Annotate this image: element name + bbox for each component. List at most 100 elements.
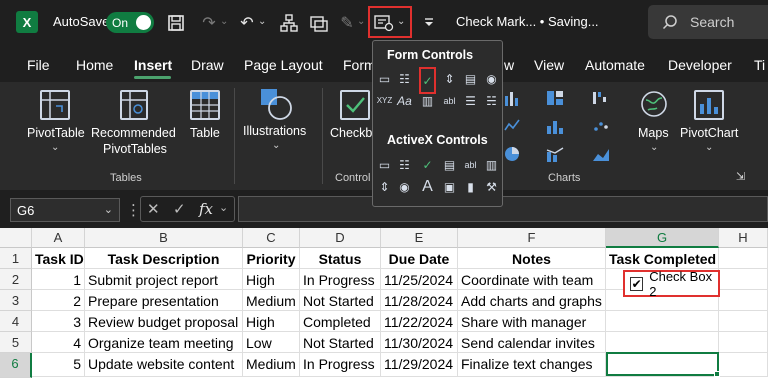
enter-icon[interactable]: ✓ [173,200,186,218]
cell-task-description[interactable]: Submit project report [85,269,243,290]
scroll-bar-control-icon[interactable]: ▥ [419,92,436,109]
column-header-g[interactable]: G [606,228,719,248]
chevron-down-icon[interactable]: ⌄ [220,16,228,27]
cell-due-date[interactable]: 11/28/2024 [381,290,458,311]
cell-priority[interactable]: High [243,269,300,290]
text-field-control-icon[interactable]: abl [441,92,458,109]
cell-due-date[interactable]: 11/29/2024 [381,353,458,377]
line-chart-icon[interactable] [504,118,520,137]
row-header-5[interactable]: 5 [0,332,32,353]
dialog-launcher-icon[interactable]: ⇲ [736,170,745,183]
header-cell-task-completed[interactable]: Task Completed [606,248,719,269]
empty-cell[interactable] [719,269,768,290]
hierarchy-icon[interactable] [278,12,300,34]
checkbox-activex-icon[interactable]: ✓ [419,156,436,173]
label-control-icon[interactable]: Aa [396,92,413,109]
autosave-toggle[interactable]: On [106,12,154,33]
checkbox-checked-icon[interactable]: ✔ [630,276,644,291]
undo-icon[interactable]: ↶ [236,12,258,34]
combo-dropdown-edit-control-icon[interactable]: ☵ [483,92,500,109]
column-header-h[interactable]: H [719,228,768,248]
cell-task-id[interactable]: 3 [32,311,85,332]
window-icon[interactable] [308,12,330,34]
cell-notes[interactable]: Share with manager [458,311,606,332]
column-header-c[interactable]: C [243,228,300,248]
tab-page-layout[interactable]: Page Layout [244,57,323,73]
tab-more[interactable]: Ti [754,57,765,73]
combo-chart-icon[interactable] [546,146,564,165]
empty-cell[interactable] [719,353,768,377]
cell-notes[interactable]: Add charts and graphs [458,290,606,311]
cell-task-id[interactable]: 1 [32,269,85,290]
list-box-activex-icon[interactable]: ▤ [441,156,458,173]
spin-button-control-icon[interactable]: ⇕ [441,70,458,87]
cell-task-id[interactable]: 2 [32,290,85,311]
chevron-down-icon[interactable]: ⌄ [357,16,365,27]
save-icon[interactable] [165,12,187,34]
document-title[interactable]: Check Mark... • Saving... [456,14,599,29]
option-button-activex-icon[interactable]: ◉ [396,178,413,195]
cell-task-description[interactable]: Prepare presentation [85,290,243,311]
tab-developer[interactable]: Developer [668,57,732,73]
column-header-d[interactable]: D [300,228,381,248]
cell-priority[interactable]: High [243,311,300,332]
checkbox-control-icon[interactable]: ✓ [419,67,436,94]
cell-priority[interactable]: Medium [243,290,300,311]
redo-arrow-icon[interactable]: ↷ [198,12,220,34]
chevron-down-icon[interactable]: ⌄ [397,16,405,27]
tab-insert[interactable]: Insert [134,57,172,73]
tab-review[interactable]: w [504,57,514,73]
cell-status[interactable]: In Progress [300,353,381,377]
header-cell-priority[interactable]: Priority [243,248,300,269]
insert-function-icon[interactable]: fx [199,200,213,218]
cell-due-date[interactable]: 11/30/2024 [381,332,458,353]
cell-task-description[interactable]: Review budget proposal [85,311,243,332]
empty-cell[interactable] [719,290,768,311]
tab-file[interactable]: File [27,57,50,73]
formula-input[interactable] [238,196,768,222]
cell-status[interactable]: In Progress [300,269,381,290]
header-cell-notes[interactable]: Notes [458,248,606,269]
row-header-6[interactable]: 6 [0,353,32,378]
cell-status[interactable]: Not Started [300,290,381,311]
row-header-2[interactable]: 2 [0,269,32,290]
row-header-3[interactable]: 3 [0,290,32,311]
cell-notes[interactable]: Send calendar invites [458,332,606,353]
column-header-e[interactable]: E [381,228,458,248]
button-control-icon[interactable]: ▭ [376,70,393,87]
cell-priority[interactable]: Low [243,332,300,353]
text-box-activex-icon[interactable]: abl [462,156,479,173]
column-chart-icon[interactable] [504,90,520,109]
empty-cell[interactable] [719,311,768,332]
cell-status[interactable]: Not Started [300,332,381,353]
scatter-chart-icon[interactable] [592,118,610,137]
search-box[interactable]: Search [648,5,768,39]
row-header-1[interactable]: 1 [0,248,32,269]
header-cell-status[interactable]: Status [300,248,381,269]
fill-handle[interactable] [714,371,720,377]
empty-cell[interactable] [719,332,768,353]
tab-automate[interactable]: Automate [585,57,645,73]
tab-draw[interactable]: Draw [191,57,224,73]
toggle-button-activex-icon[interactable]: ▮ [462,178,479,195]
header-cell-task-id[interactable]: Task ID [32,248,85,269]
header-cell-task-description[interactable]: Task Description [85,248,243,269]
row-header-4[interactable]: 4 [0,311,32,332]
chevron-down-icon[interactable]: ⌄ [219,201,228,214]
waterfall-chart-icon[interactable] [592,90,610,109]
cell-task-completed[interactable] [606,332,719,353]
cell-task-description[interactable]: Update website content [85,353,243,377]
column-header-b[interactable]: B [85,228,243,248]
list-box-control-icon[interactable]: ▤ [462,70,479,87]
customize-qat-icon[interactable] [418,12,440,34]
option-button-control-icon[interactable]: ◉ [483,70,500,87]
column-header-f[interactable]: F [458,228,606,248]
area-chart-icon[interactable] [592,146,610,165]
scroll-bar-activex-icon[interactable]: ▥ [483,156,500,173]
controls-icon[interactable] [373,12,395,34]
tab-view[interactable]: View [534,57,564,73]
more-controls-activex-icon[interactable]: ⚒ [483,178,500,195]
statistic-chart-icon[interactable] [546,118,564,137]
image-activex-icon[interactable]: ▣ [441,178,458,195]
select-all-corner[interactable] [0,228,32,248]
